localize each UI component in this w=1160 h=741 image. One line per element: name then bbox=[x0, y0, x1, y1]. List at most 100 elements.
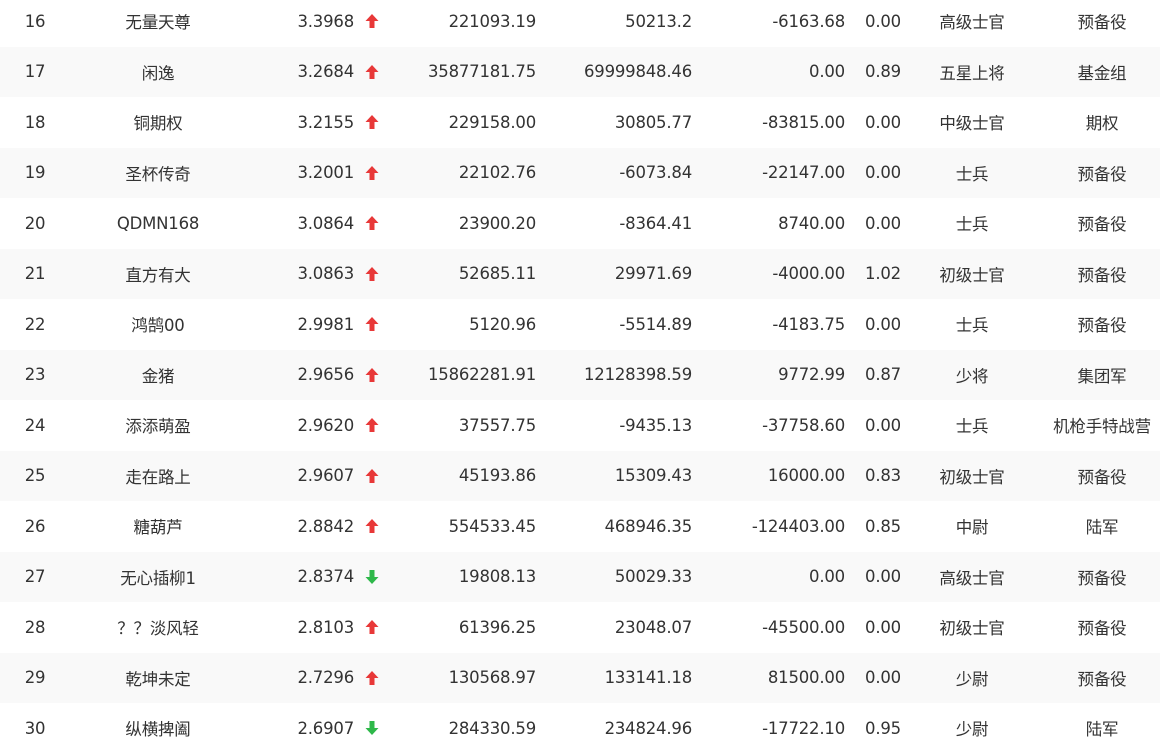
table-row[interactable]: 20 QDMN168 3.0864 23900.20 -8364.41 8740.00 0.… bbox=[0, 198, 1160, 249]
net-flow-cell: 81500.00 bbox=[767, 668, 845, 688]
table-row[interactable]: 27 无心插柳1 2.8374 19808.13 50029.33 0.00 0.00 高级士… bbox=[0, 551, 1160, 602]
net-flow-cell: -4000.00 bbox=[772, 264, 845, 284]
profit-cell: 468946.35 bbox=[604, 516, 693, 536]
rank-cell: 17 bbox=[24, 62, 46, 82]
trend-cell bbox=[358, 400, 386, 451]
table-row[interactable]: 16 无量天尊 3.3968 221093.19 50213.2 -6163.68 0.00… bbox=[0, 0, 1160, 47]
rank-cell: 28 bbox=[24, 617, 46, 637]
equity-cell: 19808.13 bbox=[458, 567, 536, 587]
score-cell: 3.0864 bbox=[297, 213, 354, 233]
profit-cell: 133141.18 bbox=[604, 668, 693, 688]
group-cell: 预备役 bbox=[1077, 265, 1127, 285]
group-cell: 机枪手特战营 bbox=[1053, 417, 1151, 437]
table-row[interactable]: 24 添添萌盈 2.9620 37557.75 -9435.13 -37758.60 0.0… bbox=[0, 400, 1160, 451]
net-flow-cell: 0.00 bbox=[809, 62, 845, 82]
arrow-up-icon bbox=[365, 367, 379, 383]
profit-cell: 23048.07 bbox=[614, 617, 692, 637]
arrow-up-icon bbox=[365, 417, 379, 433]
net-flow-cell: -17722.10 bbox=[762, 718, 845, 738]
arrow-up-icon bbox=[365, 215, 379, 231]
profit-cell: 50029.33 bbox=[614, 567, 692, 587]
net-flow-cell: -83815.00 bbox=[762, 112, 845, 132]
table-row[interactable]: 28 ？？淡风轻 2.8103 61396.25 23048.07 -45500.00 0.… bbox=[0, 602, 1160, 653]
rank-level-cell: 少将 bbox=[955, 366, 989, 386]
table-row[interactable]: 22 鸿鹄00 2.9981 5120.96 -5514.89 -4183.75 0.00 士… bbox=[0, 299, 1160, 350]
trend-cell bbox=[358, 198, 386, 249]
group-cell: 集团军 bbox=[1077, 366, 1127, 386]
group-cell: 预备役 bbox=[1077, 467, 1127, 487]
rank-cell: 26 bbox=[24, 516, 46, 536]
net-flow-cell: -45500.00 bbox=[762, 617, 845, 637]
profit-cell: -5514.89 bbox=[619, 314, 692, 334]
equity-cell: 22102.76 bbox=[458, 163, 536, 183]
arrow-down-icon bbox=[365, 569, 379, 585]
ratio-cell: 0.00 bbox=[865, 163, 901, 183]
rank-cell: 16 bbox=[24, 11, 46, 31]
table-row[interactable]: 29 乾坤未定 2.7296 130568.97 133141.18 81500.00 0.… bbox=[0, 652, 1160, 704]
trend-cell bbox=[358, 451, 386, 502]
rank-cell: 29 bbox=[24, 668, 46, 688]
rank-level-cell: 少尉 bbox=[955, 720, 989, 740]
rank-cell: 23 bbox=[24, 365, 46, 385]
profit-cell: 234824.96 bbox=[604, 718, 693, 738]
score-cell: 2.7296 bbox=[297, 668, 354, 688]
table-row[interactable]: 26 糖葫芦 2.8842 554533.45 468946.35 -124403.00 0… bbox=[0, 501, 1160, 552]
player-name-cell: 圣杯传奇 bbox=[125, 164, 191, 184]
ratio-cell: 0.87 bbox=[865, 365, 901, 385]
ratio-cell: 0.00 bbox=[865, 213, 901, 233]
rank-level-cell: 五星上将 bbox=[939, 63, 1005, 83]
table-row[interactable]: 25 走在路上 2.9607 45193.86 15309.43 16000.00 0.83… bbox=[0, 450, 1160, 502]
trend-cell bbox=[358, 653, 386, 704]
table-row[interactable]: 23 金猪 2.9656 15862281.91 12128398.59 9772.99 0… bbox=[0, 349, 1160, 400]
equity-cell: 52685.11 bbox=[458, 264, 536, 284]
group-cell: 预备役 bbox=[1077, 568, 1127, 588]
table-row[interactable]: 18 铜期权 3.2155 229158.00 30805.77 -83815.00 0.0… bbox=[0, 97, 1160, 148]
ratio-cell: 0.00 bbox=[865, 617, 901, 637]
score-cell: 2.8842 bbox=[297, 516, 354, 536]
player-name-cell: 金猪 bbox=[141, 366, 175, 386]
score-cell: 3.0863 bbox=[297, 264, 354, 284]
score-cell: 2.9607 bbox=[297, 466, 354, 486]
rank-level-cell: 高级士官 bbox=[939, 13, 1005, 33]
player-name-cell: 添添萌盈 bbox=[125, 417, 191, 437]
group-cell: 预备役 bbox=[1077, 669, 1127, 689]
group-cell: 陆军 bbox=[1085, 518, 1119, 538]
group-cell: 基金组 bbox=[1077, 63, 1127, 83]
rank-level-cell: 士兵 bbox=[955, 215, 989, 235]
ratio-cell: 0.89 bbox=[865, 62, 901, 82]
player-name-cell: 走在路上 bbox=[125, 467, 191, 487]
arrow-up-icon bbox=[365, 619, 379, 635]
table-row[interactable]: 17 闲逸 3.2684 35877181.75 69999848.46 0.00 0.89… bbox=[0, 46, 1160, 97]
group-cell: 预备役 bbox=[1077, 316, 1127, 336]
group-cell: 期权 bbox=[1085, 114, 1119, 134]
equity-cell: 45193.86 bbox=[458, 466, 536, 486]
player-name-cell: 无心插柳1 bbox=[120, 568, 196, 588]
trend-cell bbox=[358, 501, 386, 552]
equity-cell: 5120.96 bbox=[469, 314, 536, 334]
score-cell: 3.3968 bbox=[297, 11, 354, 31]
rank-cell: 18 bbox=[24, 112, 46, 132]
table-row[interactable]: 19 圣杯传奇 3.2001 22102.76 -6073.84 -22147.00 0.0… bbox=[0, 147, 1160, 198]
ratio-cell: 0.85 bbox=[865, 516, 901, 536]
score-cell: 2.9981 bbox=[297, 314, 354, 334]
rank-cell: 30 bbox=[24, 718, 46, 738]
rank-level-cell: 初级士官 bbox=[939, 619, 1005, 639]
trend-cell bbox=[358, 602, 386, 653]
equity-cell: 284330.59 bbox=[448, 718, 537, 738]
equity-cell: 61396.25 bbox=[458, 617, 536, 637]
profit-cell: 29971.69 bbox=[614, 264, 692, 284]
ratio-cell: 0.00 bbox=[865, 314, 901, 334]
profit-cell: 69999848.46 bbox=[583, 62, 692, 82]
group-cell: 预备役 bbox=[1077, 215, 1127, 235]
table-row[interactable]: 30 纵横捭阖 2.6907 284330.59 234824.96 -17722.10 0… bbox=[0, 703, 1160, 741]
score-cell: 2.6907 bbox=[297, 718, 354, 738]
trend-cell bbox=[358, 0, 386, 47]
trend-cell bbox=[358, 299, 386, 350]
arrow-up-icon bbox=[365, 64, 379, 80]
arrow-up-icon bbox=[365, 518, 379, 534]
trend-cell bbox=[358, 97, 386, 148]
net-flow-cell: -124403.00 bbox=[751, 516, 845, 536]
trend-cell bbox=[358, 703, 386, 741]
group-cell: 陆军 bbox=[1085, 720, 1119, 740]
table-row[interactable]: 21 直方有大 3.0863 52685.11 29971.69 -4000.00 1.02… bbox=[0, 248, 1160, 299]
